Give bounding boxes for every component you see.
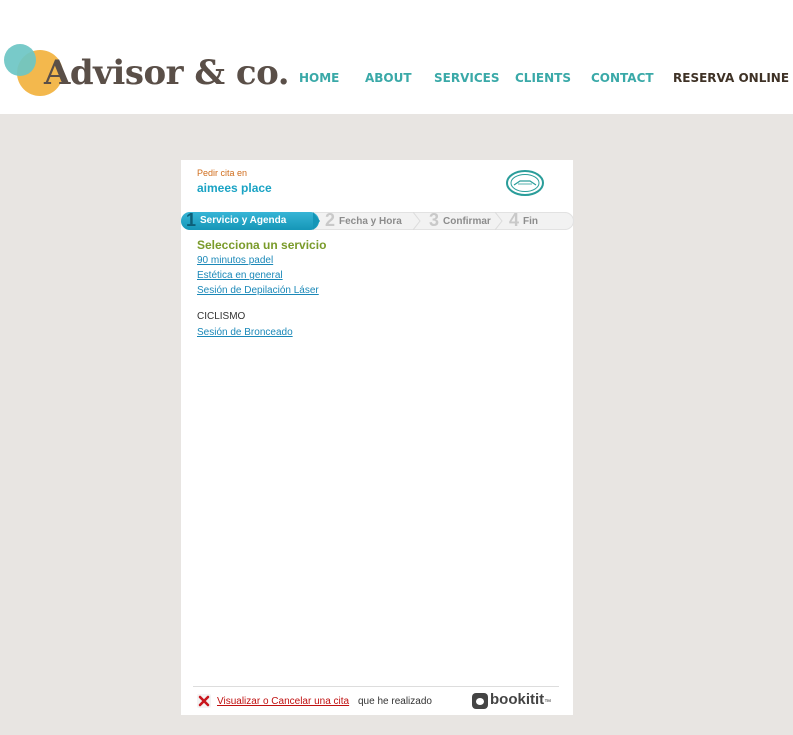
logo-text[interactable]: Advisor & co. — [44, 51, 290, 95]
bookitit-wordmark: bookitit™ — [490, 691, 552, 708]
place-name: aimees place — [197, 181, 272, 195]
site-header: Advisor & co. HOME ABOUT SERVICES CLIENT… — [0, 0, 793, 114]
service-link[interactable]: Estética en general — [197, 270, 283, 281]
step-separator-icon — [413, 212, 421, 230]
nav-contact[interactable]: CONTACT — [591, 71, 654, 85]
select-service-title: Selecciona un servicio — [197, 238, 327, 252]
nav-about[interactable]: ABOUT — [365, 71, 412, 85]
category-label: CICLISMO — [197, 311, 246, 322]
step-number: 2 — [325, 210, 336, 230]
booking-widget: Pedir cita en aimees place 1 Servicio y … — [181, 160, 574, 715]
cancel-x-icon — [197, 694, 211, 708]
service-link[interactable]: Sesión de Bronceado — [197, 327, 293, 338]
step-number: 3 — [429, 210, 440, 230]
step-label: Servicio y Agenda — [200, 215, 287, 226]
step-separator-icon — [313, 212, 320, 230]
cancel-suffix-text: que he realizado — [358, 696, 432, 707]
bookitit-b-icon — [472, 693, 488, 709]
step-number: 4 — [509, 210, 520, 230]
step-fin: Fin — [523, 216, 538, 227]
nav-home[interactable]: HOME — [299, 71, 339, 85]
nav-clients[interactable]: CLIENTS — [515, 71, 571, 85]
nav-services[interactable]: SERVICES — [434, 71, 499, 85]
view-cancel-appointment-link[interactable]: Visualizar o Cancelar una cita — [217, 696, 349, 707]
footer-divider — [193, 686, 559, 687]
step-number: 1 — [186, 210, 197, 230]
booking-steps: 1 Servicio y Agenda 2 Fecha y Hora 3 Con… — [181, 210, 574, 230]
pedir-cita-label: Pedir cita en — [197, 168, 248, 178]
service-link[interactable]: Sesión de Depilación Láser — [197, 285, 319, 296]
step-confirmar: Confirmar — [443, 216, 491, 227]
logo-teal-circle — [4, 44, 36, 76]
service-link[interactable]: 90 minutos padel — [197, 255, 273, 266]
nav-reserva-online[interactable]: RESERVA ONLINE — [673, 71, 789, 85]
step-separator-icon — [495, 212, 503, 230]
business-logo-icon — [506, 170, 544, 196]
step-servicio-agenda[interactable]: 1 Servicio y Agenda — [181, 210, 319, 230]
step-fecha-hora: Fecha y Hora — [339, 216, 402, 227]
